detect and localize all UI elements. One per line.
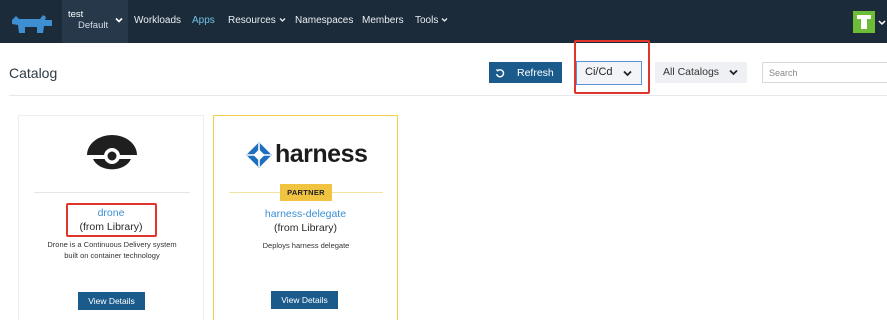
user-avatar[interactable] [853,11,875,33]
avatar-identicon-icon [857,15,871,29]
partner-badge: PARTNER [280,184,332,201]
harness-diamond-icon [246,141,272,168]
refresh-label: Refresh [517,66,554,79]
chevron-down-icon [441,18,448,23]
card-divider [34,192,190,193]
search-input[interactable] [762,62,887,83]
nav-link-resources[interactable]: Resources [228,15,286,26]
card-description: Drone is a Continuous Delivery system bu… [47,240,177,260]
refresh-icon [495,68,505,77]
chevron-down-icon [279,18,286,23]
page-title: Catalog [9,65,58,81]
nav-link-namespaces[interactable]: Namespaces [295,15,353,26]
card-source: (from Library) [273,222,337,234]
catalog-dropdown[interactable]: All Catalogs [655,62,747,83]
harness-logo-text: harness [275,140,368,168]
nav-link-tools[interactable]: Tools [415,15,448,26]
nav-link-label: Tools [415,15,439,26]
nav-link-members[interactable]: Members [362,15,404,26]
card-title-link[interactable]: harness-delegate [214,208,397,220]
top-navigation-bar: test Default Workloads Apps Resources Names… [0,0,887,43]
nav-link-label: Workloads [134,15,182,26]
nav-link-label: Apps [192,15,215,26]
chevron-down-icon [115,17,123,23]
rancher-logo[interactable] [10,12,54,34]
chevron-down-icon [729,69,738,76]
nav-link-label: Members [362,15,404,26]
header-divider [9,95,887,96]
harness-logo: harness [246,140,368,169]
card-description: Deploys harness delegate [262,241,350,250]
project-selector[interactable]: test Default [62,0,128,43]
view-details-button[interactable]: View Details [271,291,338,309]
nav-link-label: Namespaces [295,15,354,26]
highlight-box-drone [66,203,157,237]
refresh-button[interactable]: Refresh [489,62,562,83]
nav-link-workloads[interactable]: Workloads [134,15,181,26]
drone-logo [87,135,137,170]
chevron-down-icon[interactable] [878,19,886,26]
nav-link-apps[interactable]: Apps [192,15,215,26]
highlight-box-category [574,40,650,94]
view-details-button[interactable]: View Details [78,292,145,310]
nav-link-label: Resources [228,15,276,26]
catalog-card-harness[interactable]: harness PARTNER harness-delegate (from L… [213,115,398,320]
catalog-selected-value: All Catalogs [663,66,720,78]
